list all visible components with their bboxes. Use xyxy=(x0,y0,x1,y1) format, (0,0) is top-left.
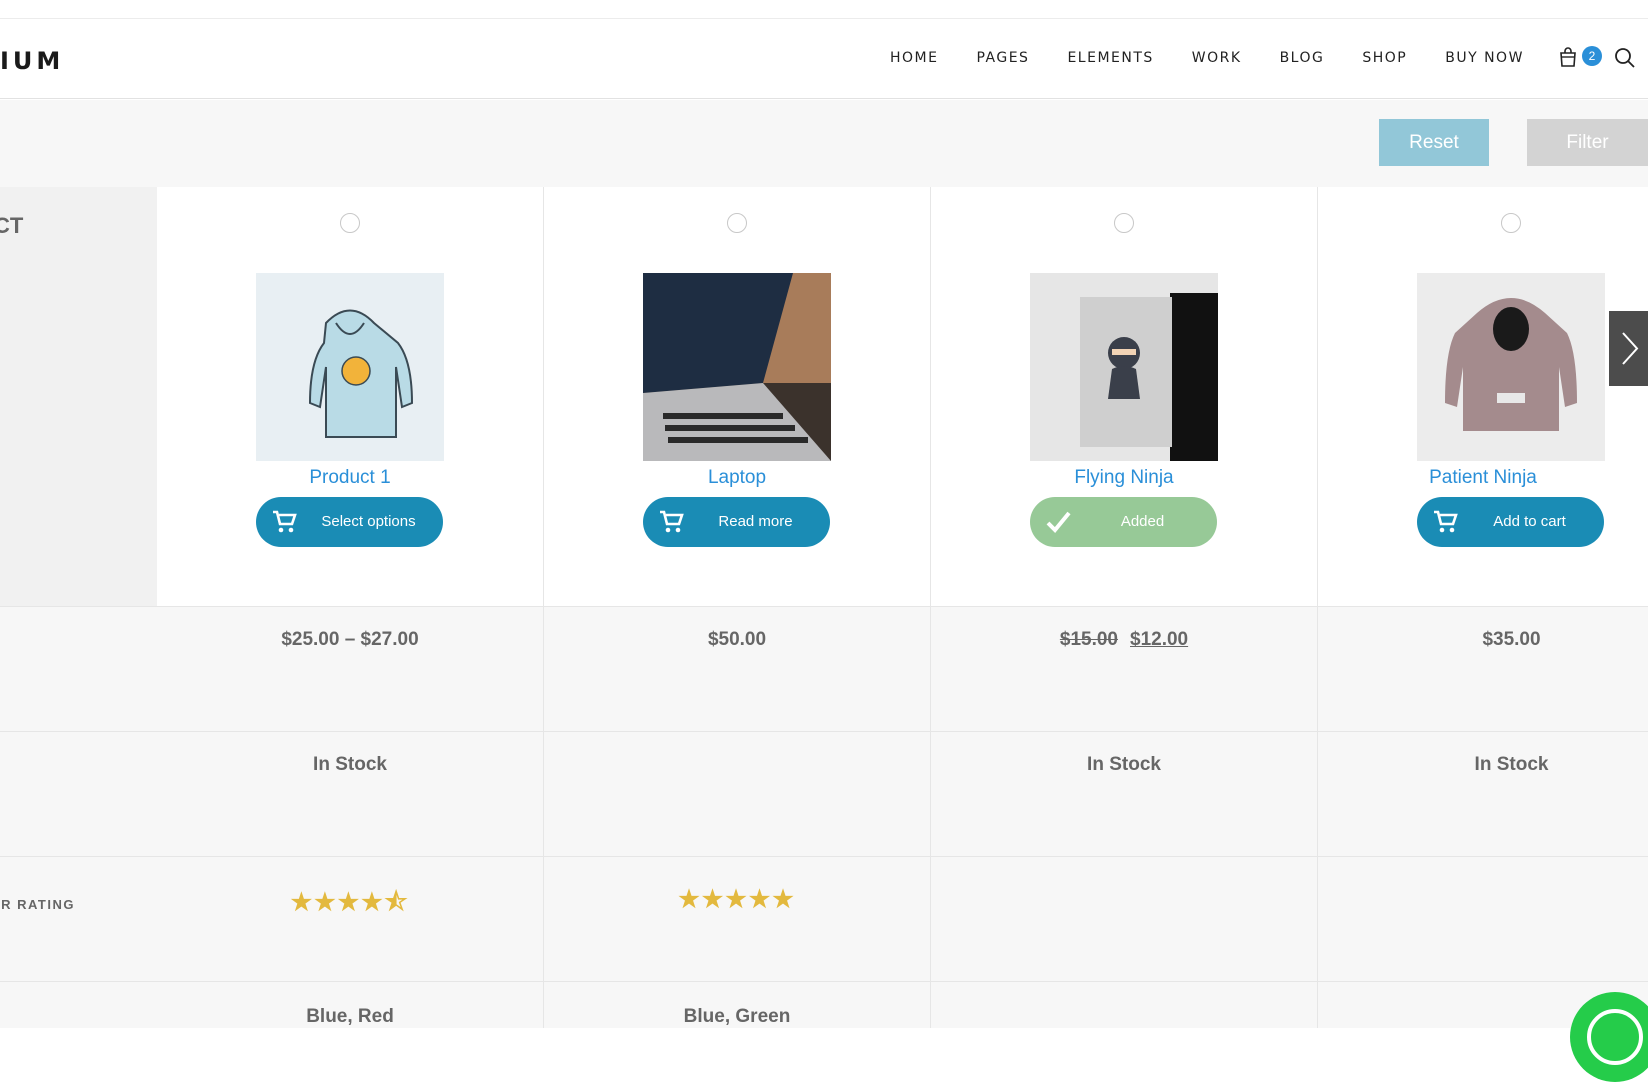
nav-home[interactable]: HOME xyxy=(890,50,938,66)
label-product: CT xyxy=(0,187,157,606)
color-cell: Blue, Red xyxy=(157,981,543,1028)
product-column: Laptop Read more $50.00 ★★★★★ Blue, Gree… xyxy=(544,187,931,1028)
product-name-link[interactable]: Flying Ninja xyxy=(931,467,1317,489)
product-name-link[interactable]: Laptop xyxy=(544,467,930,489)
product-image-laptop[interactable] xyxy=(643,273,831,461)
product-column: Flying Ninja Added $15.00 $12.00 In Stock xyxy=(931,187,1318,1028)
checkmark-icon xyxy=(1046,511,1071,533)
price-cell: $50.00 xyxy=(544,606,930,731)
cart-count-badge: 2 xyxy=(1582,46,1602,66)
cart-icon xyxy=(273,510,297,533)
color-cell xyxy=(931,981,1317,1028)
star-rating: ★★★★⯪ xyxy=(290,889,410,916)
search-icon[interactable] xyxy=(1614,47,1636,69)
stock-cell: In Stock xyxy=(931,731,1317,856)
added-button[interactable]: Added xyxy=(1030,497,1217,547)
nav-shop[interactable]: SHOP xyxy=(1362,50,1407,66)
reset-button[interactable]: Reset xyxy=(1379,119,1489,166)
product-name-link[interactable]: Patient Ninja xyxy=(1318,467,1648,489)
nav-buy-now[interactable]: BUY NOW xyxy=(1445,50,1524,66)
select-options-button[interactable]: Select options xyxy=(256,497,443,547)
compare-radio[interactable] xyxy=(1114,213,1134,233)
cart-icon xyxy=(660,510,684,533)
stock-cell xyxy=(544,731,930,856)
nav-pages[interactable]: PAGES xyxy=(976,50,1029,66)
product-column: Product 1 Select options $25.00 – $27.00… xyxy=(157,187,544,1028)
price-cell: $25.00 – $27.00 xyxy=(157,606,543,731)
site-header: IUM HOME PAGES ELEMENTS WORK BLOG SHOP B… xyxy=(0,19,1648,99)
nav-blog[interactable]: BLOG xyxy=(1280,50,1325,66)
product-image-hoodie-blue[interactable] xyxy=(256,273,444,461)
main-nav: HOME PAGES ELEMENTS WORK BLOG SHOP BUY N… xyxy=(890,50,1562,66)
nav-elements[interactable]: ELEMENTS xyxy=(1067,50,1153,66)
chat-icon xyxy=(1587,1009,1643,1065)
shopping-bag-icon[interactable] xyxy=(1556,45,1580,69)
sale-price: $12.00 xyxy=(1130,629,1189,650)
label-color xyxy=(0,981,157,1028)
rating-cell xyxy=(1318,856,1648,981)
compare-radio[interactable] xyxy=(1501,213,1521,233)
label-rating: R RATING xyxy=(0,856,157,981)
rating-cell: ★★★★⯪ xyxy=(157,856,543,981)
add-to-cart-button[interactable]: Add to cart xyxy=(1417,497,1604,547)
filter-bar: Reset Filter xyxy=(0,100,1648,187)
chevron-right-icon xyxy=(1622,332,1639,365)
product-image-flying-ninja[interactable] xyxy=(1030,273,1218,461)
price-cell: $15.00 $12.00 xyxy=(931,606,1317,731)
label-column: CT R RATING xyxy=(0,187,157,1028)
chat-widget-button[interactable] xyxy=(1570,992,1648,1082)
label-price xyxy=(0,606,157,731)
product-compare-table: CT R RATING Product 1 Select options $25… xyxy=(0,187,1648,1028)
compare-radio[interactable] xyxy=(727,213,747,233)
compare-radio[interactable] xyxy=(340,213,360,233)
star-rating: ★★★★★ xyxy=(678,886,796,913)
filter-button[interactable]: Filter xyxy=(1527,119,1648,166)
read-more-button[interactable]: Read more xyxy=(643,497,830,547)
rating-cell xyxy=(931,856,1317,981)
price-cell: $35.00 xyxy=(1318,606,1648,731)
cart-icon xyxy=(1434,510,1458,533)
rating-cell: ★★★★★ xyxy=(544,856,930,981)
nav-work[interactable]: WORK xyxy=(1192,50,1242,66)
stock-cell: In Stock xyxy=(1318,731,1648,856)
label-availability xyxy=(0,731,157,856)
regular-price: $15.00 xyxy=(1059,629,1118,650)
top-strip xyxy=(0,0,1648,19)
product-name-link[interactable]: Product 1 xyxy=(157,467,543,489)
product-image-patient-ninja[interactable] xyxy=(1417,273,1605,461)
stock-cell: In Stock xyxy=(157,731,543,856)
next-arrow-button[interactable] xyxy=(1609,311,1648,386)
color-cell: Blue, Green xyxy=(544,981,930,1028)
product-column: Patient Ninja Add to cart $35.00 In Stoc… xyxy=(1318,187,1648,1028)
site-logo[interactable]: IUM xyxy=(0,47,64,75)
